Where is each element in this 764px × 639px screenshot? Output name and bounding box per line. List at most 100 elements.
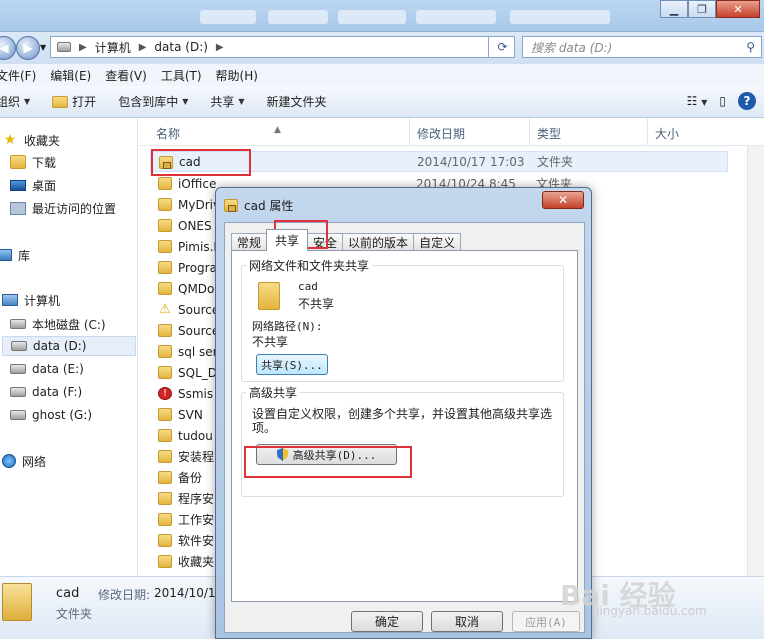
minimize-button[interactable]: ▁ — [660, 0, 688, 18]
blurred-tab — [338, 10, 406, 24]
nav-downloads[interactable]: 下载 — [10, 152, 56, 172]
new-folder-label: 新建文件夹 — [266, 95, 327, 109]
menu-view[interactable]: 查看(V) — [105, 67, 147, 84]
nav-drive-d-label: data (D:) — [33, 339, 87, 353]
folder-icon — [158, 492, 172, 505]
nav-desktop-label: 桌面 — [32, 178, 57, 193]
column-date[interactable]: 修改日期 — [417, 125, 465, 142]
cancel-button[interactable]: 取消 — [431, 611, 503, 632]
library-icon — [0, 249, 12, 261]
nav-drive-e-label: data (E:) — [32, 362, 84, 376]
window-titlebar: ▁ ❐ ✕ — [0, 0, 764, 32]
folder-icon — [158, 408, 172, 421]
search-icon[interactable]: ⚲ — [746, 40, 755, 54]
folder-icon — [158, 177, 172, 190]
network-icon — [2, 454, 16, 468]
nav-network-label: 网络 — [22, 454, 47, 469]
forward-button[interactable]: ▶ — [16, 36, 40, 60]
refresh-button[interactable]: ⟳ — [488, 36, 516, 58]
column-divider[interactable] — [409, 118, 410, 146]
preview-pane-icon[interactable]: ▯ — [719, 94, 726, 108]
highlight-box — [151, 149, 251, 176]
dialog-close-button[interactable]: ✕ — [542, 191, 584, 209]
nav-desktop[interactable]: 桌面 — [10, 175, 56, 195]
drive-icon — [10, 387, 26, 397]
close-button[interactable]: ✕ — [716, 0, 760, 18]
nav-recent[interactable]: 最近访问的位置 — [10, 198, 116, 218]
column-type[interactable]: 类型 — [537, 125, 561, 142]
address-bar[interactable]: ▶ 计算机 ▶ data (D:) ▶ — [50, 36, 515, 58]
history-dropdown-icon[interactable]: ▼ — [40, 43, 46, 52]
share-button[interactable]: 共享(S)... — [256, 354, 328, 375]
folder-name: cad — [298, 280, 318, 293]
tab-sharing[interactable]: 共享 — [266, 229, 309, 251]
drive-icon — [10, 364, 26, 374]
nav-drive-c[interactable]: 本地磁盘 (C:) — [10, 314, 106, 334]
menu-help[interactable]: 帮助(H) — [216, 67, 258, 84]
back-button[interactable]: ◀ — [0, 36, 16, 60]
window-controls: ▁ ❐ ✕ — [660, 0, 760, 18]
new-folder-button[interactable]: 新建文件夹 — [267, 93, 327, 110]
search-input[interactable]: 搜索 data (D:) ⚲ — [522, 36, 762, 58]
nav-drive-g[interactable]: ghost (G:) — [10, 405, 92, 425]
details-date-value: 2014/10/1 — [154, 586, 216, 600]
downloads-folder-icon — [10, 155, 26, 169]
details-date-label: 修改日期: — [98, 588, 151, 602]
open-button[interactable]: 打开 — [52, 93, 96, 110]
refresh-icon: ⟳ — [497, 40, 508, 54]
nav-drive-e[interactable]: data (E:) — [10, 359, 84, 379]
organize-button[interactable]: 组织 ▼ — [0, 93, 30, 110]
chevron-right-icon[interactable]: ▶ — [139, 42, 147, 53]
blurred-tab — [268, 10, 328, 24]
breadcrumb-drive[interactable]: data (D:) — [154, 40, 208, 54]
nav-network[interactable]: 网络 — [2, 451, 46, 471]
chevron-right-icon[interactable]: ▶ — [216, 42, 224, 53]
vertical-scrollbar[interactable] — [747, 146, 764, 576]
column-header-row: ▲ 名称 修改日期 类型 大小 — [139, 118, 764, 146]
desktop-icon — [10, 179, 26, 191]
share-with-button[interactable]: 共享 ▼ — [210, 93, 244, 110]
column-name[interactable]: 名称 — [156, 125, 180, 142]
tab-customize[interactable]: 自定义 — [413, 233, 462, 251]
nav-libraries[interactable]: 库 — [0, 245, 30, 265]
tab-general[interactable]: 常规 — [231, 233, 268, 251]
chevron-down-icon: ▼ — [238, 97, 245, 106]
dialog-title-bar: cad 属性 — [224, 197, 293, 214]
menu-edit[interactable]: 编辑(E) — [50, 67, 91, 84]
large-folder-icon — [2, 583, 32, 621]
folder-icon — [158, 345, 172, 358]
apply-button[interactable]: 应用(A) — [512, 611, 580, 632]
blurred-tab — [200, 10, 256, 24]
nav-recent-label: 最近访问的位置 — [32, 201, 117, 216]
nav-favorites[interactable]: ★ 收藏夹 — [2, 130, 60, 150]
nav-drive-g-label: ghost (G:) — [32, 408, 93, 422]
column-divider[interactable] — [647, 118, 648, 146]
help-icon[interactable]: ? — [738, 92, 756, 110]
advanced-sharing-description: 设置自定义权限，创建多个共享，并设置其他高级共享选项。 — [252, 407, 553, 435]
column-divider[interactable] — [529, 118, 530, 146]
blurred-tab — [510, 10, 610, 24]
baidu-watermark-url: jingyan.baidu.com — [596, 604, 707, 618]
computer-icon — [2, 294, 18, 306]
maximize-button[interactable]: ❐ — [688, 0, 716, 18]
menu-file[interactable]: 文件(F) — [0, 67, 36, 84]
shared-folder-icon — [258, 282, 280, 310]
ok-button[interactable]: 确定 — [351, 611, 423, 632]
nav-drive-f[interactable]: data (F:) — [10, 382, 82, 402]
network-sharing-group-title: 网络文件和文件夹共享 — [246, 257, 373, 274]
column-size[interactable]: 大小 — [655, 125, 679, 142]
folder-icon — [158, 555, 172, 568]
address-row: ◀ ▶ ▼ ▶ 计算机 ▶ data (D:) ▶ ⟳ 搜索 data (D:)… — [0, 32, 764, 64]
nav-drive-d[interactable]: data (D:) — [2, 336, 136, 356]
folder-icon — [158, 261, 172, 274]
chevron-right-icon[interactable]: ▶ — [79, 42, 87, 53]
command-toolbar: 组织 ▼ 打开 包含到库中 ▼ 共享 ▼ 新建文件夹 ☷ ▼ ▯ ? — [0, 86, 764, 118]
include-in-library-button[interactable]: 包含到库中 ▼ — [118, 93, 188, 110]
nav-drive-c-label: 本地磁盘 (C:) — [32, 317, 106, 332]
breadcrumb-computer[interactable]: 计算机 — [95, 39, 131, 56]
view-options-icon[interactable]: ☷ ▼ — [687, 94, 708, 108]
menu-tools[interactable]: 工具(T) — [161, 67, 202, 84]
share-status: 不共享 — [298, 297, 335, 311]
tab-previous-versions[interactable]: 以前的版本 — [342, 233, 415, 251]
nav-computer[interactable]: 计算机 — [2, 290, 60, 310]
